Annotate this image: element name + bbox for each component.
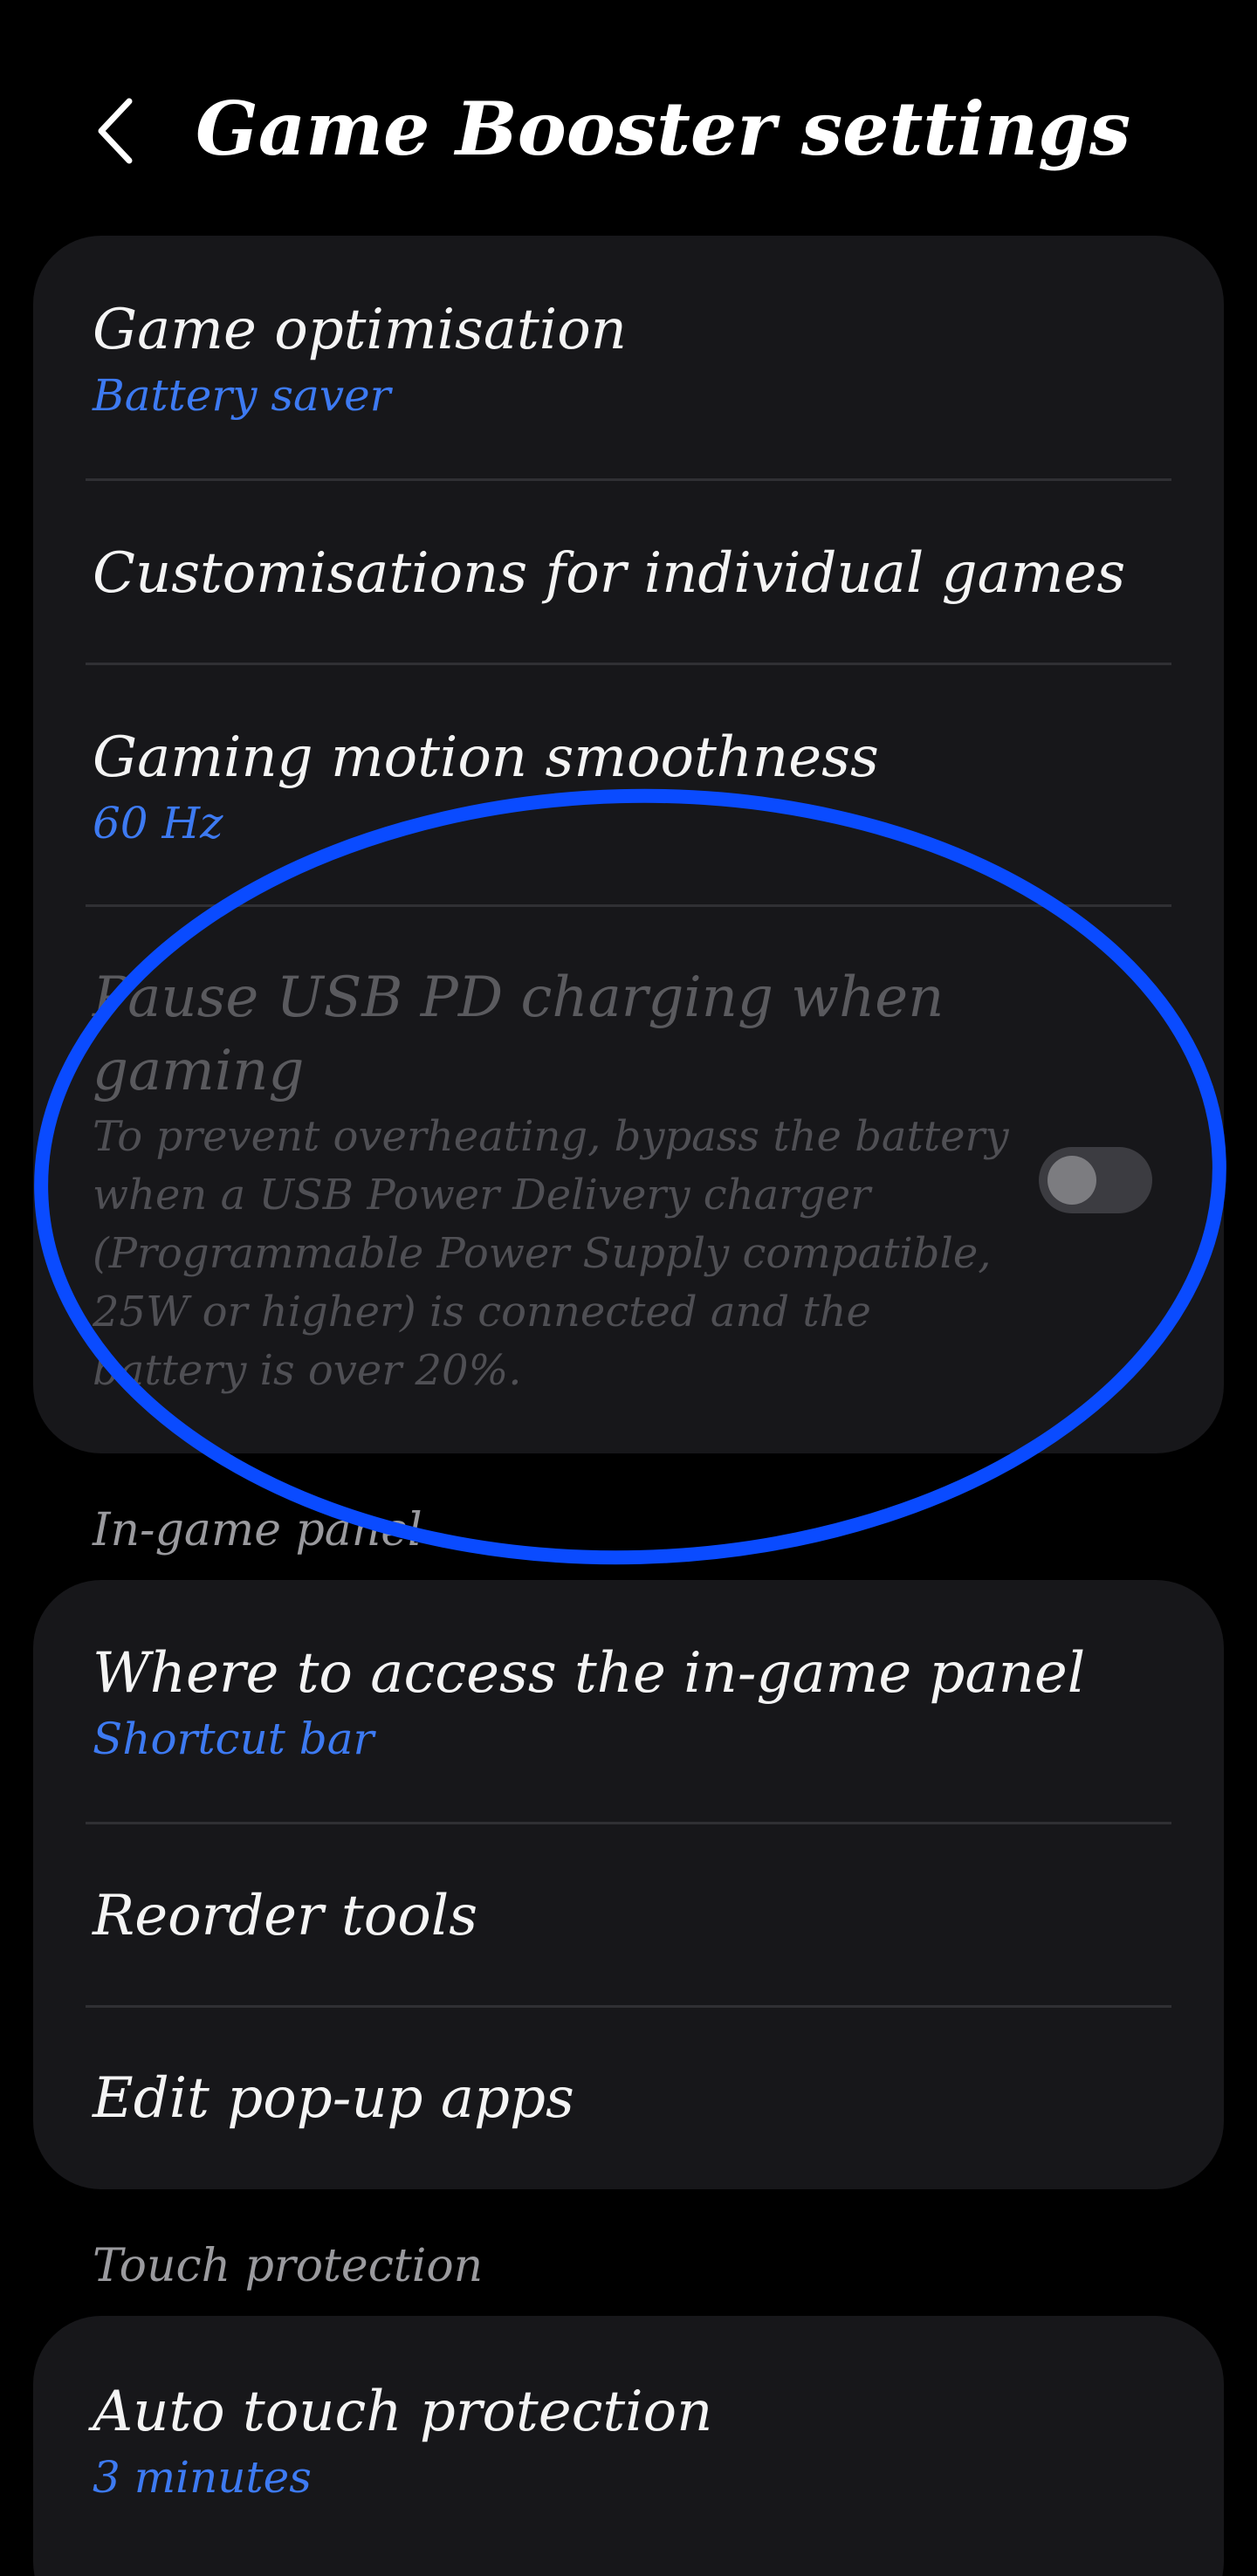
settings-card-general: Game optimisation Battery saver Customis…: [33, 236, 1224, 1453]
row-value: 3 minutes: [93, 2451, 312, 2503]
section-header-touch-protection: Touch protection: [93, 2240, 484, 2292]
customisations-item[interactable]: Customisations for individual games: [33, 481, 1224, 665]
pause-charging-toggle[interactable]: [1039, 1147, 1152, 1213]
row-label-line2: gaming: [93, 1038, 305, 1103]
page-title: Game Booster settings: [196, 86, 1131, 172]
row-label: Edit pop-up apps: [93, 2066, 574, 2131]
row-label-line1: Pause USB PD charging when: [93, 965, 944, 1030]
row-label: Auto touch protection: [93, 2379, 713, 2444]
auto-touch-protection-item[interactable]: Auto touch protection 3 minutes: [33, 2316, 1224, 2565]
toggle-knob: [1048, 1156, 1096, 1205]
row-description: To prevent overheating, bypass the batte…: [93, 1111, 1009, 1395]
section-header-in-game-panel: In-game panel: [93, 1504, 422, 1556]
row-value: Shortcut bar: [93, 1714, 374, 1764]
edit-pop-up-apps-item[interactable]: Edit pop-up apps: [33, 2008, 1224, 2189]
back-button[interactable]: [84, 87, 145, 175]
row-label: Where to access the in-game panel: [93, 1641, 1086, 1706]
in-game-panel-access-item[interactable]: Where to access the in-game panel Shortc…: [33, 1580, 1224, 1824]
game-optimisation-item[interactable]: Game optimisation Battery saver: [33, 236, 1224, 481]
row-value: 60 Hz: [93, 797, 223, 848]
chevron-left-icon: [98, 98, 133, 164]
row-label: Reorder tools: [93, 1884, 478, 1948]
reorder-tools-item[interactable]: Reorder tools: [33, 1824, 1224, 2008]
settings-card-touch-protection: Auto touch protection 3 minutes: [33, 2316, 1224, 2576]
row-label: Gaming motion smoothness: [93, 725, 879, 790]
settings-card-in-game-panel: Where to access the in-game panel Shortc…: [33, 1580, 1224, 2189]
row-value: Battery saver: [93, 369, 391, 421]
row-label: Customisations for individual games: [93, 540, 1126, 606]
row-label: Game optimisation: [93, 297, 627, 362]
motion-smoothness-item[interactable]: Gaming motion smoothness 60 Hz: [33, 665, 1224, 907]
pause-usb-pd-charging-item[interactable]: Pause USB PD charging when gaming To pre…: [33, 907, 1224, 1453]
app-header: Game Booster settings: [0, 0, 1257, 236]
